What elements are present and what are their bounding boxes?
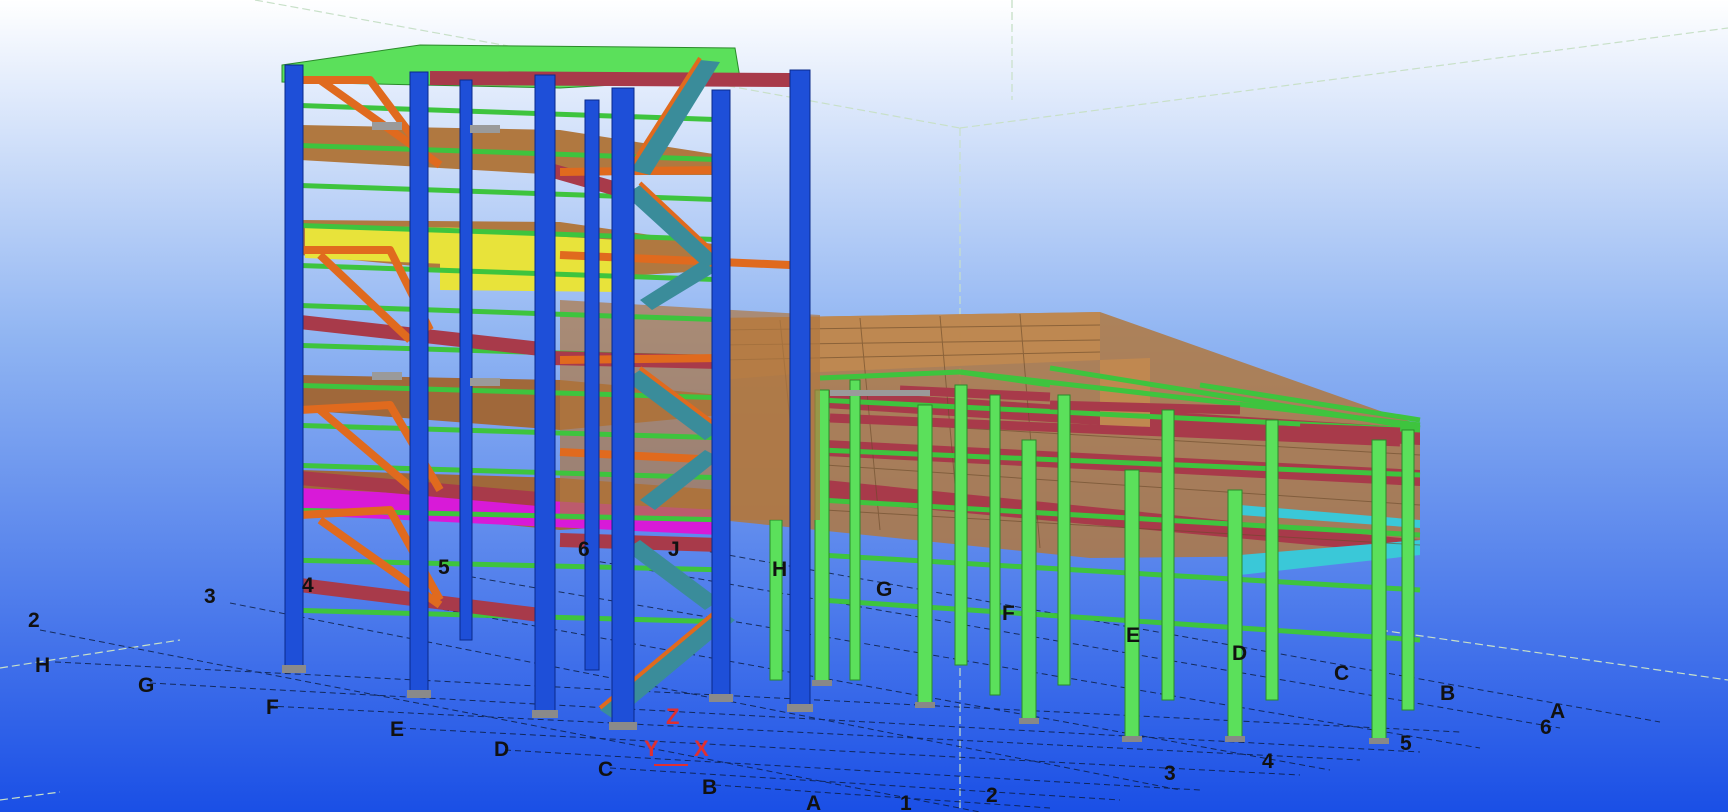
grid-label-C-left: C xyxy=(598,758,613,781)
model-viewport[interactable]: 2 3 4 5 6 H G F E D C B A J H G F E D C … xyxy=(0,0,1728,812)
grid-label-A-left: A xyxy=(806,792,821,812)
grid-label-6-front: 6 xyxy=(1540,716,1552,739)
grid-label-B-upper: B xyxy=(1440,682,1455,705)
axis-y-label: Y xyxy=(644,736,659,761)
grid-label-B-left: B xyxy=(702,776,717,799)
grid-label-F-upper: F xyxy=(1002,602,1015,625)
grid-label-H-upper: H xyxy=(772,558,787,581)
grid-label-H-left: H xyxy=(35,654,50,677)
grid-label-D-upper: D xyxy=(1232,642,1247,665)
grid-label-F-left: F xyxy=(266,696,279,719)
axis-z-label: Z xyxy=(666,704,679,729)
grid-label-E-upper: E xyxy=(1126,624,1140,647)
grid-label-A-upper: A xyxy=(1550,700,1565,723)
grid-label-1-front: 1 xyxy=(900,792,912,812)
grid-label-J-upper: J xyxy=(668,538,680,561)
grid-label-2-front: 2 xyxy=(986,784,998,807)
grid-label-G-upper: G xyxy=(876,578,892,601)
grid-label-D-left: D xyxy=(494,738,509,761)
grid-label-6-left: 6 xyxy=(578,538,590,561)
grid-label-4-front: 4 xyxy=(1262,750,1274,773)
grid-label-G-left: G xyxy=(138,674,154,697)
grid-label-5-front: 5 xyxy=(1400,732,1412,755)
grid-label-5-left: 5 xyxy=(438,556,450,579)
grid-label-2-left: 2 xyxy=(28,609,40,632)
grid-label-E-left: E xyxy=(390,718,404,741)
grid-label-C-upper: C xyxy=(1334,662,1349,685)
grid-label-3-front: 3 xyxy=(1164,762,1176,785)
model-canvas[interactable]: 2 3 4 5 6 H G F E D C B A J H G F E D C … xyxy=(0,0,1728,812)
axis-x-label: X xyxy=(694,736,709,761)
grid-label-3-left: 3 xyxy=(204,585,216,608)
grid-label-4-left: 4 xyxy=(302,574,314,597)
